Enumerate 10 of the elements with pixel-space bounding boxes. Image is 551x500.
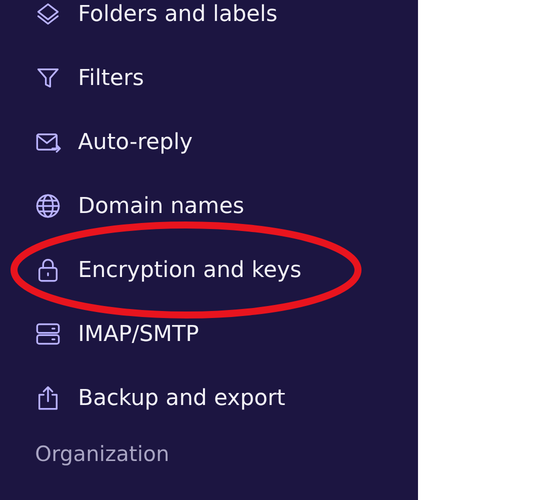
sidebar-item[interactable]: Domain names bbox=[35, 174, 244, 238]
sidebar-item[interactable]: Filters bbox=[35, 46, 144, 110]
sidebar-item[interactable]: IMAP/SMTP bbox=[35, 302, 199, 366]
sidebar-item[interactable]: Auto-reply bbox=[35, 110, 193, 174]
sidebar-item[interactable]: Encryption and keys bbox=[35, 238, 302, 302]
globe-icon bbox=[35, 193, 61, 219]
section-title: Organization bbox=[35, 442, 170, 466]
server-icon bbox=[35, 321, 61, 347]
sidebar-item[interactable]: Folders and labels bbox=[35, 0, 278, 46]
sidebar-item[interactable]: Backup and export bbox=[35, 366, 286, 430]
